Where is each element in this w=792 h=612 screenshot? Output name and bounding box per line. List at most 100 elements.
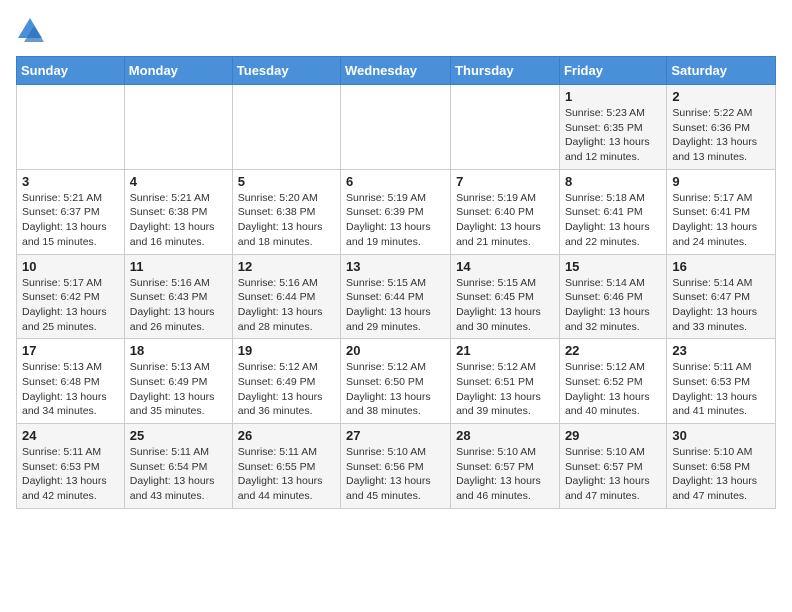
calendar: SundayMondayTuesdayWednesdayThursdayFrid… [16,56,776,509]
day-number: 1 [565,89,661,104]
header [16,16,776,44]
day-number: 24 [22,428,119,443]
day-info: Sunrise: 5:12 AM Sunset: 6:52 PM Dayligh… [565,360,661,419]
calendar-cell: 22 Sunrise: 5:12 AM Sunset: 6:52 PM Dayli… [559,339,666,424]
calendar-cell: 28Sunrise: 5:10 AM Sunset: 6:57 PM Dayli… [451,424,560,509]
day-info: Sunrise: 5:21 AM Sunset: 6:38 PM Dayligh… [130,191,227,250]
day-number: 15 [565,259,661,274]
day-number: 9 [672,174,770,189]
day-info: Sunrise: 5:16 AM Sunset: 6:43 PM Dayligh… [130,276,227,335]
calendar-cell: 17 Sunrise: 5:13 AM Sunset: 6:48 PM Dayli… [17,339,125,424]
day-number: 20 [346,343,445,358]
day-header-monday: Monday [124,57,232,85]
day-header-thursday: Thursday [451,57,560,85]
calendar-cell: 30Sunrise: 5:10 AM Sunset: 6:58 PM Dayli… [667,424,776,509]
day-info: Sunrise: 5:11 AM Sunset: 6:53 PM Dayligh… [22,445,119,504]
day-info: Sunrise: 5:12 AM Sunset: 6:51 PM Dayligh… [456,360,554,419]
calendar-cell: 27 Sunrise: 5:10 AM Sunset: 6:56 PM Dayli… [341,424,451,509]
day-info: Sunrise: 5:17 AM Sunset: 6:41 PM Dayligh… [672,191,770,250]
calendar-cell: 20 Sunrise: 5:12 AM Sunset: 6:50 PM Dayli… [341,339,451,424]
day-info: Sunrise: 5:14 AM Sunset: 6:46 PM Dayligh… [565,276,661,335]
calendar-cell: 23 Sunrise: 5:11 AM Sunset: 6:53 PM Dayli… [667,339,776,424]
calendar-cell: 29 Sunrise: 5:10 AM Sunset: 6:57 PM Dayli… [559,424,666,509]
day-number: 10 [22,259,119,274]
calendar-cell: 7Sunrise: 5:19 AM Sunset: 6:40 PM Daylig… [451,169,560,254]
calendar-cell: 24 Sunrise: 5:11 AM Sunset: 6:53 PM Dayli… [17,424,125,509]
calendar-cell: 26 Sunrise: 5:11 AM Sunset: 6:55 PM Dayli… [232,424,340,509]
day-info: Sunrise: 5:18 AM Sunset: 6:41 PM Dayligh… [565,191,661,250]
day-info: Sunrise: 5:11 AM Sunset: 6:55 PM Dayligh… [238,445,335,504]
day-number: 5 [238,174,335,189]
day-number: 27 [346,428,445,443]
calendar-cell: 25 Sunrise: 5:11 AM Sunset: 6:54 PM Dayli… [124,424,232,509]
day-info: Sunrise: 5:19 AM Sunset: 6:39 PM Dayligh… [346,191,445,250]
calendar-cell: 3Sunrise: 5:21 AM Sunset: 6:37 PM Daylig… [17,169,125,254]
day-number: 29 [565,428,661,443]
calendar-cell: 6 Sunrise: 5:19 AM Sunset: 6:39 PM Daylig… [341,169,451,254]
calendar-header-row: SundayMondayTuesdayWednesdayThursdayFrid… [17,57,776,85]
day-header-saturday: Saturday [667,57,776,85]
day-number: 3 [22,174,119,189]
day-number: 18 [130,343,227,358]
day-number: 23 [672,343,770,358]
day-number: 19 [238,343,335,358]
calendar-cell: 5 Sunrise: 5:20 AM Sunset: 6:38 PM Daylig… [232,169,340,254]
calendar-cell: 15 Sunrise: 5:14 AM Sunset: 6:46 PM Dayli… [559,254,666,339]
day-info: Sunrise: 5:12 AM Sunset: 6:49 PM Dayligh… [238,360,335,419]
day-number: 21 [456,343,554,358]
day-number: 7 [456,174,554,189]
calendar-cell: 11 Sunrise: 5:16 AM Sunset: 6:43 PM Dayli… [124,254,232,339]
calendar-cell [17,85,125,170]
day-info: Sunrise: 5:17 AM Sunset: 6:42 PM Dayligh… [22,276,119,335]
day-info: Sunrise: 5:15 AM Sunset: 6:45 PM Dayligh… [456,276,554,335]
day-header-wednesday: Wednesday [341,57,451,85]
logo [16,16,48,44]
day-number: 26 [238,428,335,443]
day-info: Sunrise: 5:14 AM Sunset: 6:47 PM Dayligh… [672,276,770,335]
calendar-week-5: 24 Sunrise: 5:11 AM Sunset: 6:53 PM Dayli… [17,424,776,509]
day-number: 16 [672,259,770,274]
day-number: 11 [130,259,227,274]
calendar-cell: 8Sunrise: 5:18 AM Sunset: 6:41 PM Daylig… [559,169,666,254]
day-info: Sunrise: 5:10 AM Sunset: 6:56 PM Dayligh… [346,445,445,504]
day-header-friday: Friday [559,57,666,85]
day-number: 6 [346,174,445,189]
day-info: Sunrise: 5:20 AM Sunset: 6:38 PM Dayligh… [238,191,335,250]
calendar-cell [451,85,560,170]
calendar-week-4: 17 Sunrise: 5:13 AM Sunset: 6:48 PM Dayli… [17,339,776,424]
calendar-cell: 19 Sunrise: 5:12 AM Sunset: 6:49 PM Dayli… [232,339,340,424]
calendar-cell: 1 Sunrise: 5:23 AM Sunset: 6:35 PM Daylig… [559,85,666,170]
calendar-cell [341,85,451,170]
calendar-cell: 2Sunrise: 5:22 AM Sunset: 6:36 PM Daylig… [667,85,776,170]
day-info: Sunrise: 5:12 AM Sunset: 6:50 PM Dayligh… [346,360,445,419]
calendar-week-1: 1 Sunrise: 5:23 AM Sunset: 6:35 PM Daylig… [17,85,776,170]
calendar-cell: 4 Sunrise: 5:21 AM Sunset: 6:38 PM Daylig… [124,169,232,254]
day-info: Sunrise: 5:10 AM Sunset: 6:58 PM Dayligh… [672,445,770,504]
day-number: 25 [130,428,227,443]
day-header-tuesday: Tuesday [232,57,340,85]
day-info: Sunrise: 5:10 AM Sunset: 6:57 PM Dayligh… [565,445,661,504]
day-header-sunday: Sunday [17,57,125,85]
day-info: Sunrise: 5:23 AM Sunset: 6:35 PM Dayligh… [565,106,661,165]
day-info: Sunrise: 5:13 AM Sunset: 6:48 PM Dayligh… [22,360,119,419]
day-info: Sunrise: 5:11 AM Sunset: 6:54 PM Dayligh… [130,445,227,504]
day-info: Sunrise: 5:13 AM Sunset: 6:49 PM Dayligh… [130,360,227,419]
calendar-cell: 16 Sunrise: 5:14 AM Sunset: 6:47 PM Dayli… [667,254,776,339]
calendar-cell: 21 Sunrise: 5:12 AM Sunset: 6:51 PM Dayli… [451,339,560,424]
calendar-cell [232,85,340,170]
day-number: 2 [672,89,770,104]
calendar-cell: 14 Sunrise: 5:15 AM Sunset: 6:45 PM Dayli… [451,254,560,339]
calendar-cell [124,85,232,170]
day-number: 13 [346,259,445,274]
day-number: 17 [22,343,119,358]
day-number: 22 [565,343,661,358]
day-number: 4 [130,174,227,189]
logo-icon [16,16,44,44]
day-number: 14 [456,259,554,274]
day-number: 12 [238,259,335,274]
calendar-cell: 18 Sunrise: 5:13 AM Sunset: 6:49 PM Dayli… [124,339,232,424]
calendar-week-3: 10 Sunrise: 5:17 AM Sunset: 6:42 PM Dayli… [17,254,776,339]
day-info: Sunrise: 5:11 AM Sunset: 6:53 PM Dayligh… [672,360,770,419]
calendar-cell: 12Sunrise: 5:16 AM Sunset: 6:44 PM Dayli… [232,254,340,339]
day-number: 28 [456,428,554,443]
